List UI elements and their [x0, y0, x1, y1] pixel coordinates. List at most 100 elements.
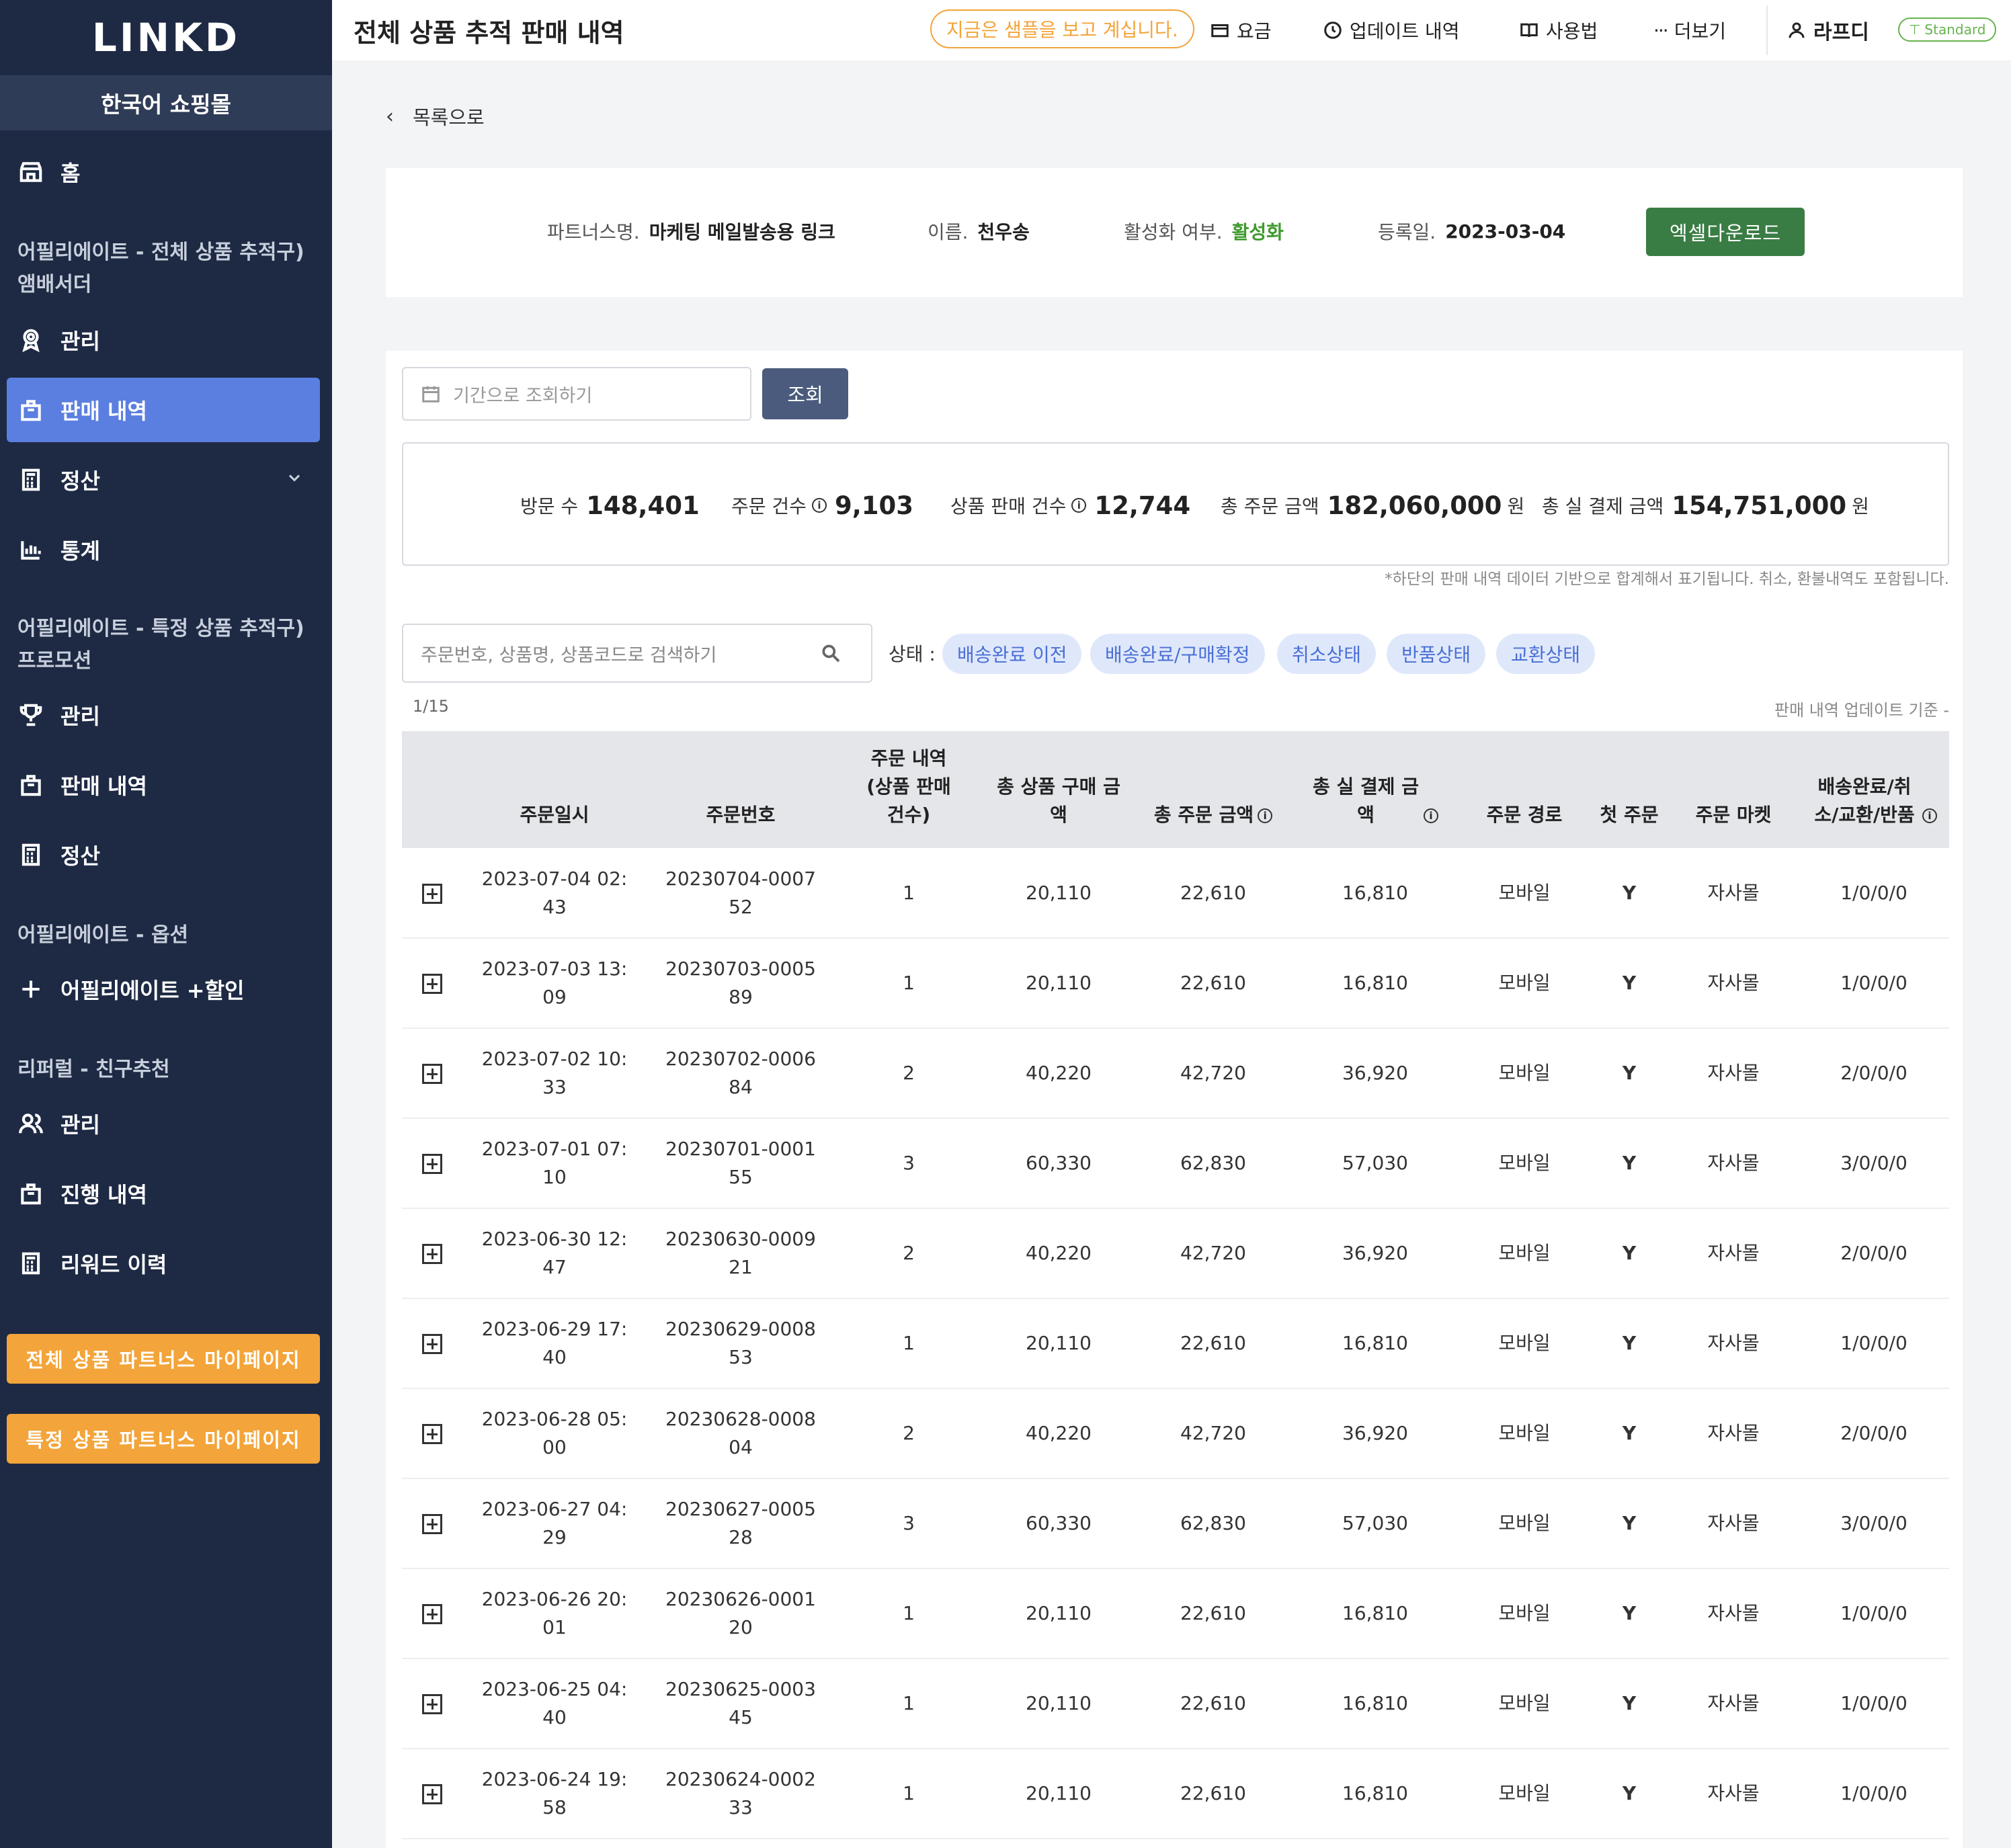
- cell-order-path: 모바일: [1459, 848, 1590, 939]
- cell-order-date: 2023-06-27 04:29: [462, 1478, 647, 1569]
- table-header: 주문일시 주문번호 주문 내역 (상품 판매 건수) 총 상품 구매 금액 총 …: [402, 731, 1949, 848]
- expand-cell[interactable]: [402, 1658, 462, 1749]
- table-row: 2023-06-30 12:47 20230630-000921 2 40,220 42…: [402, 1208, 1949, 1299]
- partner-name: 파트너스명. 마케팅 메일발송용 링크: [547, 221, 835, 243]
- expand-plus-icon[interactable]: [422, 1514, 442, 1534]
- cell-order-count: 1: [903, 881, 915, 904]
- nav-referral-progress[interactable]: 진행 내역: [0, 1161, 332, 1226]
- trophy-icon: [17, 702, 44, 728]
- nav-ambassador-stats[interactable]: 통계: [0, 517, 332, 582]
- expand-plus-icon[interactable]: [422, 1784, 442, 1804]
- expand-cell[interactable]: [402, 938, 462, 1029]
- chip-before-delivery[interactable]: 배송완료 이전: [942, 634, 1082, 674]
- cell-first-order: Y: [1590, 1208, 1668, 1299]
- cell-first-order: Y: [1622, 1062, 1637, 1084]
- expand-plus-icon[interactable]: [422, 1424, 442, 1444]
- chip-exchanged[interactable]: 교환상태: [1496, 634, 1596, 674]
- expand-cell[interactable]: [402, 1568, 462, 1659]
- info-icon[interactable]: i: [1071, 498, 1087, 513]
- cell-order-path: 모바일: [1498, 972, 1551, 994]
- expand-plus-icon[interactable]: [422, 1244, 442, 1264]
- expand-plus-icon[interactable]: [422, 1334, 442, 1354]
- cell-paid-amount: 36,920: [1342, 1062, 1408, 1084]
- expand-cell[interactable]: [402, 1298, 462, 1389]
- info-icon[interactable]: i: [1258, 808, 1273, 823]
- col-paid-amount: 총 실 결제 금액 i: [1292, 731, 1459, 848]
- expand-cell[interactable]: [402, 1208, 462, 1299]
- cell-order-path: 모바일: [1459, 1749, 1590, 1839]
- expand-plus-icon[interactable]: [422, 974, 442, 994]
- chip-delivered-confirmed[interactable]: 배송완료/구매확정: [1090, 634, 1265, 674]
- specific-products-mypage-button[interactable]: 특정 상품 파트너스 마이페이지: [7, 1414, 320, 1464]
- chip-cancelled[interactable]: 취소상태: [1277, 634, 1377, 674]
- plan-label: Standard: [1924, 22, 1986, 38]
- nav-promotion-manage[interactable]: 관리: [0, 683, 332, 747]
- table-row: 2023-06-28 05:00 20230628-000804 2 40,220 42…: [402, 1388, 1949, 1479]
- nav-referral-manage[interactable]: 관리: [0, 1091, 332, 1156]
- cell-order-count: 1: [835, 938, 983, 1029]
- excel-download-button[interactable]: 엑셀다운로드: [1646, 208, 1805, 256]
- chevron-down-icon[interactable]: [285, 467, 304, 493]
- nav-referral-reward[interactable]: 리워드 이력: [0, 1231, 332, 1296]
- cell-order-date: 2023-06-26 20:01: [481, 1588, 628, 1638]
- expand-plus-icon[interactable]: [422, 1154, 442, 1174]
- back-link[interactable]: ‹ 목록으로: [386, 102, 485, 130]
- nav-ambassador-settle[interactable]: 정산: [0, 448, 332, 512]
- info-icon[interactable]: i: [1922, 808, 1937, 823]
- store-icon: [17, 159, 44, 185]
- info-icon[interactable]: i: [811, 498, 827, 513]
- pricing-link[interactable]: 요금: [1210, 0, 1272, 60]
- nav-home-label: 홈: [60, 161, 81, 186]
- sample-notice[interactable]: 지금은 샘플을 보고 계십니다.: [930, 9, 1194, 48]
- col-order-path: 주문 경로: [1459, 731, 1590, 848]
- expand-cell[interactable]: [402, 1388, 462, 1479]
- all-products-mypage-button[interactable]: 전체 상품 파트너스 마이페이지: [7, 1334, 320, 1384]
- logo[interactable]: LINKD: [0, 0, 332, 75]
- expand-plus-icon[interactable]: [422, 1604, 442, 1624]
- cell-product-amount: 20,110: [1026, 1332, 1092, 1354]
- nav-home[interactable]: 홈: [0, 140, 332, 204]
- cell-status-counts: 1/0/0/0: [1799, 1298, 1949, 1389]
- expand-cell[interactable]: [402, 1478, 462, 1569]
- expand-cell[interactable]: [402, 1749, 462, 1839]
- cell-product-amount: 60,330: [1026, 1512, 1092, 1534]
- cell-order-amount: 42,720: [1135, 1028, 1292, 1119]
- nav-ambassador-manage[interactable]: 관리: [0, 308, 332, 372]
- query-button[interactable]: 조회: [762, 368, 848, 419]
- expand-cell[interactable]: [402, 1028, 462, 1119]
- nav-promotion-settle[interactable]: 정산: [0, 823, 332, 887]
- expand-plus-icon[interactable]: [422, 883, 442, 904]
- search-input[interactable]: 주문번호, 상품명, 상품코드로 검색하기: [402, 624, 872, 683]
- stat-total: 총 주문 금액 182,060,000 원: [1221, 491, 1525, 520]
- expand-cell[interactable]: [402, 848, 462, 939]
- expand-plus-icon[interactable]: [422, 1694, 442, 1714]
- updates-link[interactable]: 업데이트 내역: [1323, 0, 1459, 60]
- nav-promotion-sales[interactable]: 판매 내역: [0, 753, 332, 817]
- expand-plus-icon[interactable]: [422, 1064, 442, 1084]
- cell-order-date: 2023-07-02 10:33: [462, 1028, 647, 1119]
- cell-order-count: 1: [903, 1332, 915, 1354]
- more-menu[interactable]: ··· 더보기: [1653, 0, 1726, 60]
- cell-order-path: 모바일: [1459, 938, 1590, 1029]
- shop-name[interactable]: 한국어 쇼핑몰: [0, 75, 332, 130]
- cell-order-amount: 22,610: [1135, 1298, 1292, 1389]
- cell-market: 자사몰: [1707, 1782, 1760, 1804]
- expand-cell[interactable]: [402, 1118, 462, 1209]
- nav-affiliate-discount[interactable]: 어필리에이트 +할인: [0, 957, 332, 1021]
- cell-first-order: Y: [1622, 1512, 1637, 1534]
- date-range-input[interactable]: 기간으로 조회하기: [402, 367, 751, 421]
- cell-market: 자사몰: [1707, 881, 1760, 904]
- cell-order-date: 2023-07-03 13:09: [462, 938, 647, 1029]
- usage-label: 사용법: [1546, 20, 1598, 42]
- cell-order-no: 20230704-000752: [665, 867, 816, 918]
- cell-paid-amount: 16,810: [1292, 1658, 1459, 1749]
- info-icon[interactable]: i: [1424, 808, 1438, 823]
- nav-ambassador-sales[interactable]: 판매 내역: [7, 378, 320, 442]
- cell-status-counts: 1/0/0/0: [1840, 1782, 1907, 1804]
- cell-status-counts: 1/0/0/0: [1840, 1602, 1907, 1624]
- more-dots-icon: ···: [1653, 19, 1669, 42]
- chip-returned[interactable]: 반품상태: [1387, 634, 1486, 674]
- user-menu[interactable]: 라프디: [1787, 0, 1869, 60]
- cell-first-order: Y: [1590, 1658, 1668, 1749]
- usage-link[interactable]: 사용법: [1519, 0, 1598, 60]
